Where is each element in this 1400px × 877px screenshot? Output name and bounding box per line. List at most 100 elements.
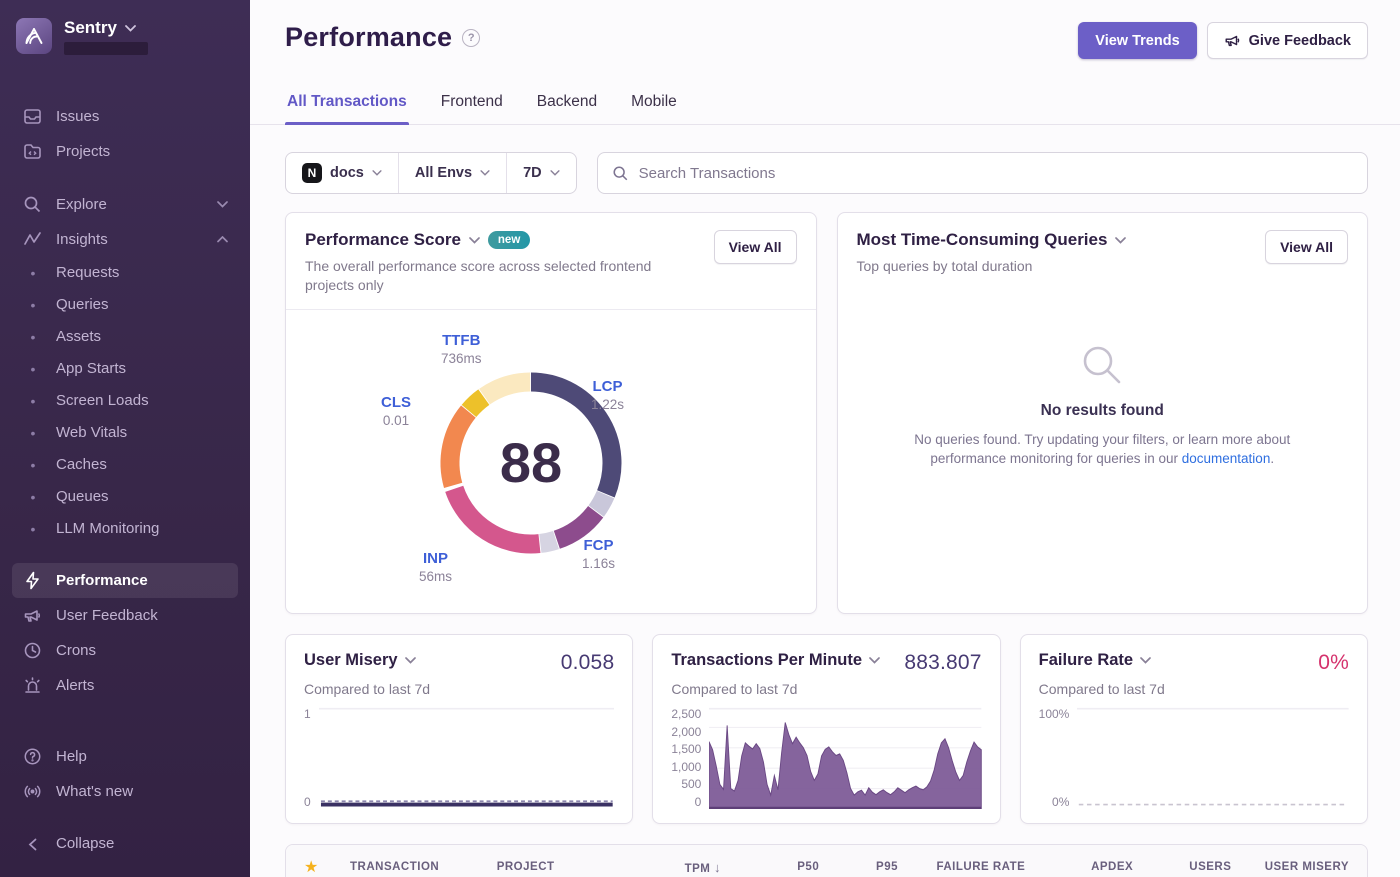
sidebar-item-issues[interactable]: Issues [12,99,238,134]
sidebar-nav: Issues Projects Explore Insigh [12,81,238,809]
sidebar-item-explore[interactable]: Explore [12,187,238,222]
tpm-selector[interactable]: Transactions Per Minute [671,651,880,670]
sidebar-collapse[interactable]: Collapse [12,827,238,861]
org-name-placeholder [64,42,148,55]
y-axis: 2,500 2,000 1,500 1,000 500 0 [671,707,701,809]
chevron-up-icon [217,236,228,243]
card-title: Failure Rate [1039,651,1133,670]
give-feedback-button[interactable]: Give Feedback [1207,22,1368,59]
view-all-button[interactable]: View All [1265,230,1348,264]
brand-name: Sentry [64,18,117,38]
megaphone-icon [22,606,42,625]
sentry-performance-app: Sentry Issues Projects [0,0,1400,877]
column-failure-rate[interactable]: FAILURE RATE [904,861,1025,873]
search-input[interactable] [639,165,1353,182]
chevron-down-icon [550,170,560,176]
sidebar-item-caches[interactable]: •Caches [12,449,238,481]
queries-selector[interactable]: Most Time-Consuming Queries [857,230,1266,250]
card-title: User Misery [304,651,398,670]
chevron-down-icon [1140,657,1151,664]
sidebar-item-label: Insights [56,231,203,249]
chevron-down-icon [869,657,880,664]
view-all-button[interactable]: View All [714,230,797,264]
column-users[interactable]: USERS [1139,861,1231,873]
vital-label-ttfb: TTFB736ms [441,332,482,368]
tab-backend[interactable]: Backend [535,87,599,124]
bullet-icon: • [24,521,42,538]
sidebar-item-alerts[interactable]: Alerts [12,668,238,703]
sidebar-item-queues[interactable]: •Queues [12,481,238,513]
project-filter-label: docs [330,165,364,181]
date-range-dropdown[interactable]: 7D [506,153,576,193]
sidebar-item-label: What's new [56,783,133,801]
bullet-icon: • [24,329,42,346]
sidebar-item-insights[interactable]: Insights [12,222,238,257]
sidebar-item-crons[interactable]: Crons [12,633,238,668]
tab-frontend[interactable]: Frontend [439,87,505,124]
vital-label-cls: CLS0.01 [381,394,411,430]
page-filter-bar: N docs All Envs 7D [285,152,577,194]
sidebar-item-llm-monitoring[interactable]: • LLM Monitoring [12,513,238,545]
card-subtitle: Compared to last 7d [304,681,614,697]
sidebar-item-performance[interactable]: Performance [12,563,238,598]
sidebar-item-queries[interactable]: •Queries [12,289,238,321]
queries-card: Most Time-Consuming Queries Top queries … [837,212,1369,614]
new-badge: new [488,231,530,249]
column-p50[interactable]: P50 [727,861,819,873]
tpm-value: 883.807 [904,651,981,675]
card-subtitle: Compared to last 7d [1039,681,1349,697]
environment-filter-dropdown[interactable]: All Envs [398,153,506,193]
sidebar-item-label: Assets [56,328,101,346]
vital-label-lcp: LCP1.22s [591,378,624,414]
chevron-down-icon [125,25,136,32]
transaction-search[interactable] [597,152,1368,194]
failure-rate-selector[interactable]: Failure Rate [1039,651,1151,670]
sidebar-item-assets[interactable]: • Assets [12,321,238,353]
help-icon [22,747,42,766]
page-help-icon[interactable]: ? [462,29,480,47]
sort-desc-icon: ↓ [714,860,721,875]
column-transaction[interactable]: TRANSACTION [350,861,491,873]
sidebar-item-label: Requests [56,264,119,282]
queries-empty-state: No results found No queries found. Try u… [838,290,1368,613]
user-misery-value: 0.058 [561,651,615,675]
bullet-icon: • [24,265,42,282]
project-filter-dropdown[interactable]: N docs [286,153,398,193]
tab-all-transactions[interactable]: All Transactions [285,87,409,124]
web-vitals-ring-chart: 88 TTFB736msLCP1.22sCLS0.01INP56msFCP1.1… [286,310,816,613]
column-apdex[interactable]: APDEX [1031,861,1133,873]
column-tpm[interactable]: TPM ↓ [614,860,721,875]
sidebar-item-label: Explore [56,196,203,214]
performance-score-selector[interactable]: Performance Score new [305,230,714,250]
sidebar-item-help[interactable]: Help [12,739,238,774]
column-project[interactable]: PROJECT [497,861,609,873]
tab-mobile[interactable]: Mobile [629,87,679,124]
siren-icon [22,676,42,695]
documentation-link[interactable]: documentation [1182,451,1271,466]
sidebar-item-label: Queries [56,296,109,314]
column-user-misery[interactable]: USER MISERY [1237,861,1349,873]
sidebar-item-label: LLM Monitoring [56,520,159,538]
y-axis: 1 0 [304,707,311,809]
star-icon[interactable]: ★ [304,857,344,877]
chevron-down-icon [480,170,490,176]
sidebar-item-screen-loads[interactable]: •Screen Loads [12,385,238,417]
sidebar-item-requests[interactable]: • Requests [12,257,238,289]
tab-bar: All Transactions Frontend Backend Mobile [250,59,1400,125]
sidebar-item-label: Performance [56,572,148,590]
sidebar-item-label: User Feedback [56,607,158,625]
view-trends-button[interactable]: View Trends [1078,22,1196,59]
broadcast-icon [22,782,42,801]
org-switcher[interactable]: Sentry [12,14,238,65]
sidebar-item-web-vitals[interactable]: •Web Vitals [12,417,238,449]
sidebar-item-app-starts[interactable]: •App Starts [12,353,238,385]
column-p95[interactable]: P95 [825,861,898,873]
empty-title: No results found [1041,402,1164,420]
sidebar-item-projects[interactable]: Projects [12,134,238,169]
sidebar-item-user-feedback[interactable]: User Feedback [12,598,238,633]
sidebar-item-whats-new[interactable]: What's new [12,774,238,809]
chevron-down-icon [469,237,480,244]
transactions-table: ★ TRANSACTION PROJECT TPM ↓ P50 P95 FAIL… [285,844,1368,877]
date-range-label: 7D [523,165,542,181]
user-misery-selector[interactable]: User Misery [304,651,416,670]
